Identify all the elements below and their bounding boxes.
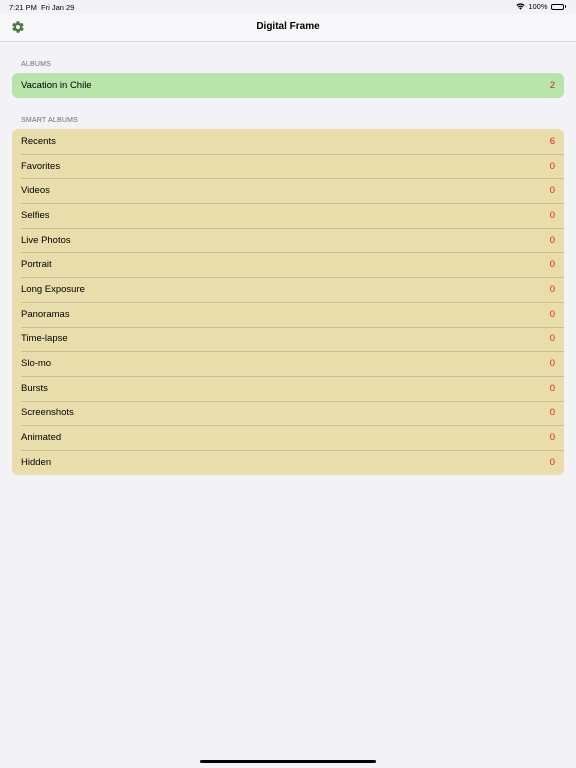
smart-album-row-favorites[interactable]: Favorites 0 bbox=[12, 153, 564, 179]
smart-album-label: Slo-mo bbox=[21, 358, 52, 370]
smart-album-label: Animated bbox=[21, 432, 62, 444]
page-title: Digital Frame bbox=[256, 21, 320, 32]
smart-album-row-slo-mo[interactable]: Slo-mo 0 bbox=[12, 351, 564, 376]
smart-album-row-selfies[interactable]: Selfies 0 bbox=[12, 203, 564, 228]
smart-albums-section-header: SMART ALBUMS bbox=[21, 117, 78, 124]
smart-album-count: 6 bbox=[549, 135, 555, 147]
status-date: Fri Jan 29 bbox=[41, 3, 75, 12]
navigation-bar: Digital Frame bbox=[0, 14, 576, 42]
smart-album-row-bursts[interactable]: Bursts 0 bbox=[12, 375, 564, 401]
album-row-vacation-in-chile[interactable]: Vacation in Chile 2 bbox=[12, 73, 564, 98]
album-label: Vacation in Chile bbox=[21, 79, 92, 91]
smart-album-label: Bursts bbox=[21, 382, 48, 394]
battery-percentage: 100% bbox=[528, 2, 548, 11]
smart-album-label: Recents bbox=[21, 135, 56, 147]
smart-album-count: 0 bbox=[549, 308, 555, 320]
smart-album-count: 0 bbox=[549, 432, 555, 444]
albums-section-header: ALBUMS bbox=[21, 61, 51, 68]
smart-album-count: 0 bbox=[549, 185, 555, 197]
smart-album-row-long-exposure[interactable]: Long Exposure 0 bbox=[12, 277, 564, 302]
smart-album-row-animated[interactable]: Animated 0 bbox=[12, 425, 564, 450]
album-count: 2 bbox=[549, 79, 555, 91]
smart-album-label: Selfies bbox=[21, 209, 50, 221]
smart-album-label: Time-lapse bbox=[21, 333, 68, 345]
smart-album-count: 0 bbox=[549, 333, 555, 345]
smart-albums-list: Recents 6 Favorites 0 Videos 0 Selfies 0… bbox=[12, 129, 564, 475]
status-time: 7:21 PM bbox=[9, 3, 37, 12]
battery-icon bbox=[550, 3, 566, 10]
smart-album-label: Favorites bbox=[21, 160, 61, 172]
smart-album-label: Hidden bbox=[21, 456, 52, 468]
albums-list: Vacation in Chile 2 bbox=[12, 73, 564, 98]
smart-album-count: 0 bbox=[549, 160, 555, 172]
smart-album-label: Panoramas bbox=[21, 308, 70, 320]
status-indicators: 100% bbox=[516, 2, 566, 11]
smart-album-row-screenshots[interactable]: Screenshots 0 bbox=[12, 400, 564, 426]
smart-album-label: Screenshots bbox=[21, 407, 74, 419]
smart-album-count: 0 bbox=[549, 209, 555, 221]
smart-album-row-hidden[interactable]: Hidden 0 bbox=[12, 449, 564, 475]
smart-album-count: 0 bbox=[549, 283, 555, 295]
smart-album-row-panoramas[interactable]: Panoramas 0 bbox=[12, 301, 564, 327]
smart-album-count: 0 bbox=[549, 382, 555, 394]
status-bar: 7:21 PM Fri Jan 29 100% bbox=[0, 0, 576, 14]
smart-album-label: Long Exposure bbox=[21, 283, 85, 295]
smart-album-label: Portrait bbox=[21, 259, 52, 271]
smart-album-count: 0 bbox=[549, 234, 555, 246]
smart-album-count: 0 bbox=[549, 456, 555, 468]
smart-album-label: Live Photos bbox=[21, 234, 71, 246]
smart-album-row-portrait[interactable]: Portrait 0 bbox=[12, 252, 564, 277]
smart-album-row-time-lapse[interactable]: Time-lapse 0 bbox=[12, 326, 564, 352]
smart-album-count: 0 bbox=[549, 259, 555, 271]
smart-album-row-videos[interactable]: Videos 0 bbox=[12, 178, 564, 203]
smart-album-count: 0 bbox=[549, 407, 555, 419]
smart-album-row-recents[interactable]: Recents 6 bbox=[12, 129, 564, 154]
smart-album-label: Videos bbox=[21, 185, 50, 197]
smart-album-row-live-photos[interactable]: Live Photos 0 bbox=[12, 227, 564, 253]
smart-album-count: 0 bbox=[549, 358, 555, 370]
home-indicator[interactable] bbox=[200, 760, 376, 763]
wifi-icon bbox=[516, 3, 525, 10]
